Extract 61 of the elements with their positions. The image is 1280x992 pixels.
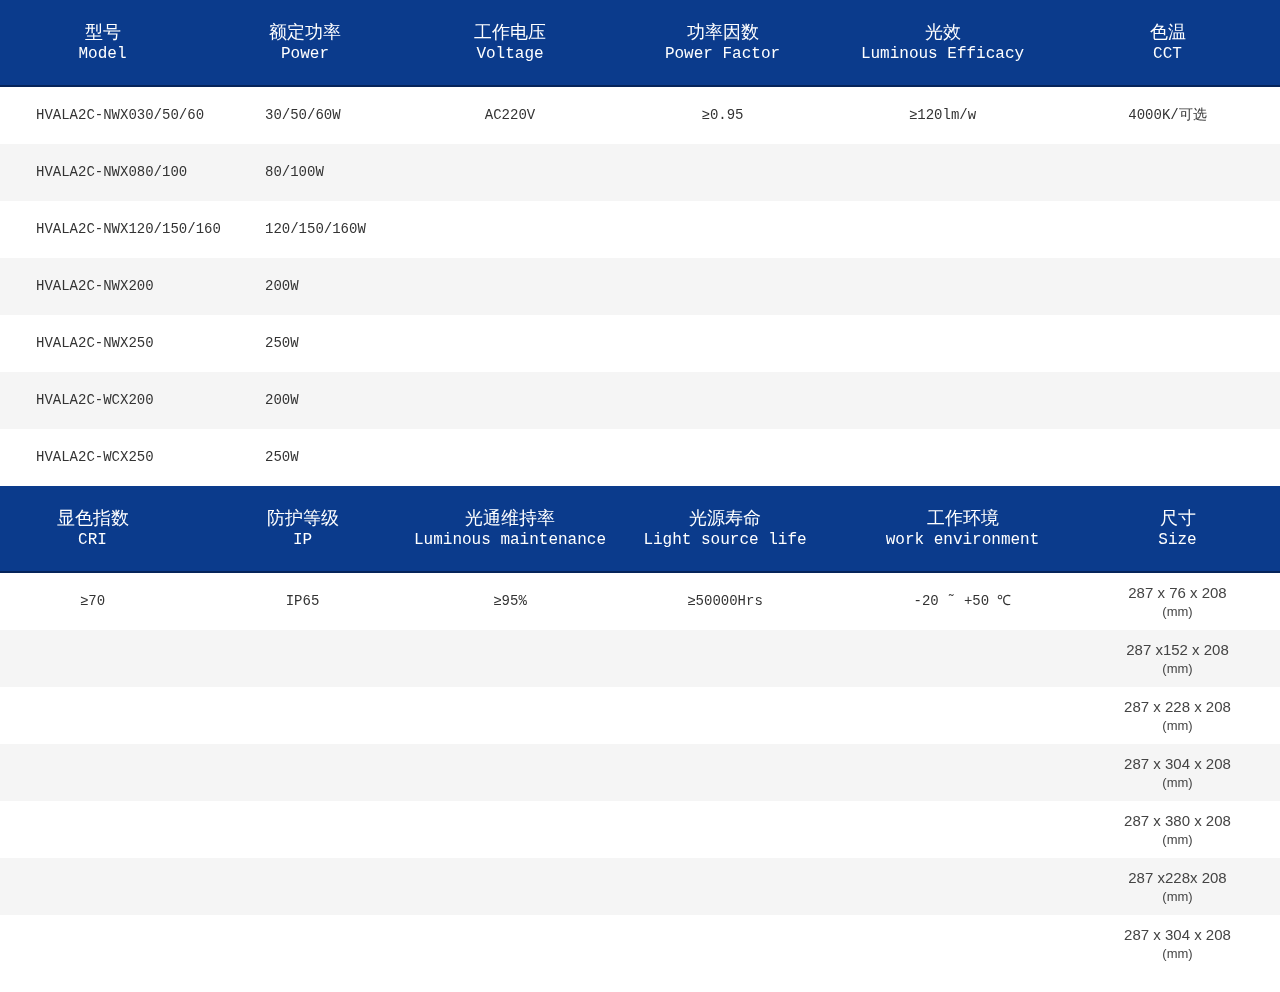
column-header-chinese: 型号 — [84, 20, 121, 43]
column-header-english: CCT — [1153, 43, 1182, 65]
table-cell-text: HVALA2C-NWX200 — [36, 277, 154, 296]
column-header-chinese: 功率因数 — [686, 20, 759, 43]
column-header-english: Model — [78, 43, 127, 65]
column-header-english: Luminous maintenance — [414, 529, 606, 551]
unit-text: (mm) — [1162, 944, 1193, 963]
column-header-chinese: 额定功率 — [269, 20, 341, 43]
column-header-english: Light source life — [643, 529, 807, 551]
unit-text: (mm) — [1162, 602, 1193, 621]
column-header-english: Luminous Efficacy — [860, 43, 1025, 65]
column-header-chinese: 光源寿命 — [689, 506, 761, 529]
unit-text: (mm) — [1162, 659, 1193, 678]
table-cell-text: -20 ˜ +50 ℃ — [913, 592, 1012, 611]
unit-text: (mm) — [1162, 887, 1193, 906]
size-text: 287 x152 x 208 — [1126, 639, 1229, 659]
column-header-chinese: 显色指数 — [56, 506, 129, 529]
table-cell-text: 4000K/可选 — [1128, 106, 1207, 125]
table-cell-text: IP65 — [285, 592, 320, 611]
column-header-english: Power Factor — [664, 43, 781, 65]
unit-text: (mm) — [1162, 773, 1193, 792]
column-header-chinese: 防护等级 — [266, 506, 339, 529]
table-cell-text: AC220V — [484, 106, 536, 125]
table-cell-text: 250W — [265, 448, 299, 467]
size-text: 287 x 76 x 208 — [1128, 582, 1227, 602]
size-text: 287 x228x 208 — [1128, 867, 1227, 887]
table-cell-text: 200W — [265, 277, 299, 296]
size-text: 287 x 228 x 208 — [1124, 696, 1231, 716]
column-header-english: Voltage — [476, 43, 544, 65]
column-header-chinese: 光效 — [924, 20, 961, 43]
size-text: 287 x 304 x 208 — [1124, 753, 1231, 773]
table-cell-text: ≥70 — [79, 592, 106, 611]
table-cell-text: 250W — [265, 334, 299, 353]
column-header-chinese: 光通维持率 — [465, 506, 555, 529]
column-header-chinese: 色温 — [1149, 20, 1186, 43]
table-cell-text: HVALA2C-NWX250 — [36, 334, 154, 353]
table-cell-text: ≥0.95 — [701, 106, 744, 125]
unit-text: (mm) — [1162, 830, 1193, 849]
column-header-english: Size — [1158, 529, 1197, 551]
size-text: 287 x 380 x 208 — [1124, 810, 1231, 830]
table-cell-text: 200W — [265, 391, 299, 410]
column-header-chinese: 尺寸 — [1159, 506, 1196, 529]
table-cell-text: 120/150/160W — [265, 220, 366, 239]
table-cell-text: ≥50000Hrs — [687, 592, 763, 611]
table-cell-text: HVALA2C-NWX030/50/60 — [36, 106, 205, 125]
table-cell-text: HVALA2C-NWX080/100 — [36, 163, 188, 182]
table-cell-text: 80/100W — [265, 163, 324, 182]
column-header-chinese: 工作电压 — [474, 20, 546, 43]
table-cell-text: HVALA2C-WCX200 — [36, 391, 154, 410]
table-cell-text: HVALA2C-NWX120/150/160 — [36, 220, 221, 239]
column-header-english: work environment — [885, 529, 1040, 551]
column-header-english: CRI — [78, 529, 107, 551]
column-header-english: Power — [281, 43, 329, 65]
column-header-english: IP — [292, 529, 313, 551]
table-cell-text: HVALA2C-WCX250 — [36, 448, 154, 467]
column-header-chinese: 工作环境 — [926, 506, 999, 529]
table-cell-text: ≥95% — [493, 592, 527, 611]
table-cell-text: ≥120lm/w — [908, 106, 977, 125]
unit-text: (mm) — [1162, 716, 1193, 735]
size-text: 287 x 304 x 208 — [1124, 924, 1231, 944]
table-cell-text: 30/50/60W — [265, 106, 341, 125]
